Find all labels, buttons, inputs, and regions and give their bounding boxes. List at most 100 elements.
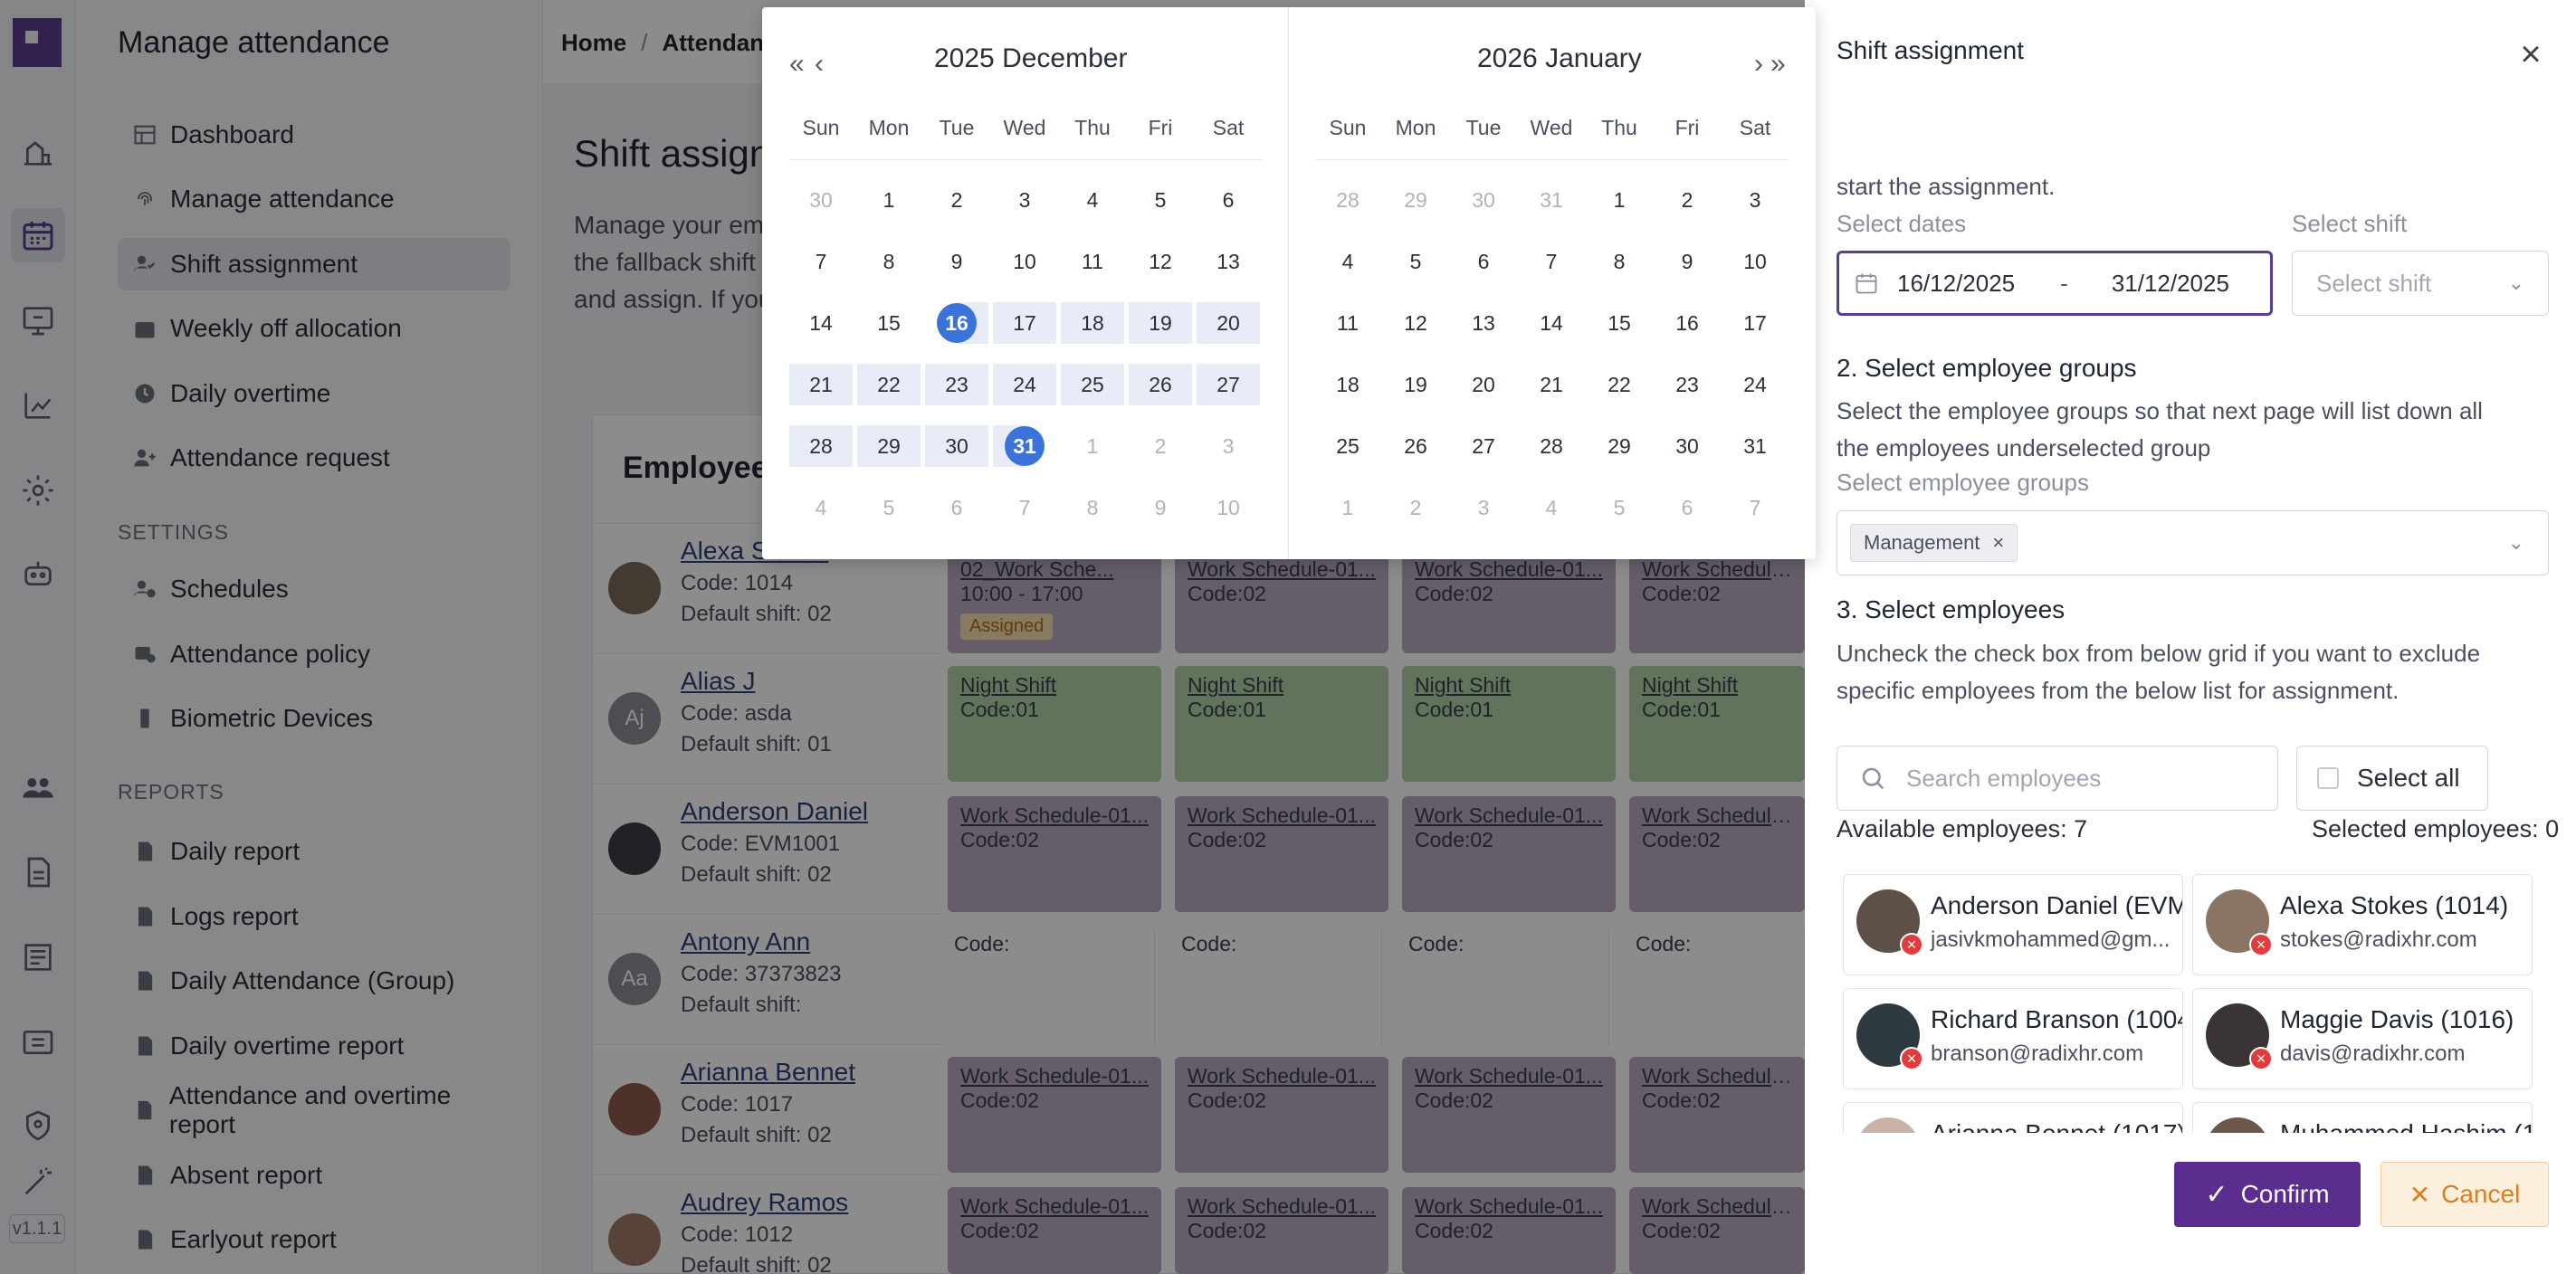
remove-icon[interactable]: ×	[1900, 1047, 1923, 1070]
calendar-day[interactable]: 18	[1316, 364, 1379, 405]
calendar-day[interactable]: 16	[925, 302, 988, 344]
search-employees-input[interactable]: Search employees	[1837, 746, 2278, 811]
calendar-day[interactable]: 6	[1655, 487, 1719, 528]
employee-card[interactable]: × Richard Branson (1004 branson@radixhr.co…	[1843, 988, 2183, 1089]
calendar-day[interactable]: 22	[857, 364, 921, 405]
calendar-day[interactable]: 10	[993, 241, 1056, 282]
calendar-day[interactable]: 16	[1655, 302, 1719, 344]
calendar-day[interactable]: 24	[993, 364, 1056, 405]
calendar-day[interactable]: 1	[857, 179, 921, 221]
calendar-day[interactable]: 4	[1316, 241, 1379, 282]
calendar-day[interactable]: 13	[1452, 302, 1515, 344]
calendar-day[interactable]: 9	[1655, 241, 1719, 282]
calendar-day[interactable]: 30	[789, 179, 853, 221]
calendar-day[interactable]: 9	[1129, 487, 1192, 528]
calendar-day[interactable]: 6	[1452, 241, 1515, 282]
date-range-picker[interactable]: 16/12/2025 - 31/12/2025	[1837, 251, 2273, 316]
select-shift-dropdown[interactable]: Select shift ⌄	[2292, 251, 2549, 316]
left-month-title[interactable]: 2025 December	[934, 43, 1127, 74]
confirm-button[interactable]: ✓ Confirm	[2174, 1162, 2361, 1227]
calendar-day[interactable]: 6	[925, 487, 988, 528]
calendar-day[interactable]: 19	[1384, 364, 1447, 405]
calendar-day[interactable]: 11	[1061, 241, 1124, 282]
employee-card[interactable]: Muhammed Hashim (1	[2192, 1102, 2533, 1133]
calendar-day[interactable]: 20	[1452, 364, 1515, 405]
calendar-day[interactable]: 7	[1520, 241, 1583, 282]
calendar-day[interactable]: 21	[789, 364, 853, 405]
calendar-day[interactable]: 11	[1316, 302, 1379, 344]
calendar-day[interactable]: 1	[1588, 179, 1651, 221]
right-month-title[interactable]: 2026 January	[1477, 43, 1642, 74]
calendar-day[interactable]: 28	[789, 425, 853, 467]
close-icon[interactable]: ×	[2513, 36, 2549, 72]
calendar-day[interactable]: 26	[1129, 364, 1192, 405]
date-end-input[interactable]: 31/12/2025	[2112, 270, 2229, 298]
calendar-day[interactable]: 29	[1384, 179, 1447, 221]
calendar-day[interactable]: 4	[1520, 487, 1583, 528]
calendar-day[interactable]: 2	[1384, 487, 1447, 528]
date-start-input[interactable]: 16/12/2025	[1897, 270, 2015, 298]
calendar-day[interactable]: 7	[993, 487, 1056, 528]
calendar-day[interactable]: 30	[925, 425, 988, 467]
calendar-day[interactable]: 25	[1061, 364, 1124, 405]
employee-card[interactable]: × Alexa Stokes (1014) stokes@radixhr.com	[2192, 874, 2533, 975]
calendar-day[interactable]: 4	[789, 487, 853, 528]
calendar-day[interactable]: 29	[1588, 425, 1651, 467]
remove-icon[interactable]: ×	[2249, 1047, 2273, 1070]
calendar-day[interactable]: 23	[925, 364, 988, 405]
calendar-day[interactable]: 5	[1588, 487, 1651, 528]
remove-icon[interactable]: ×	[1900, 933, 1923, 956]
calendar-day[interactable]: 26	[1384, 425, 1447, 467]
calendar-day[interactable]: 28	[1520, 425, 1583, 467]
calendar-day[interactable]: 2	[925, 179, 988, 221]
prev-month-icon[interactable]: ‹	[815, 51, 824, 78]
calendar-day[interactable]: 13	[1197, 241, 1260, 282]
calendar-day[interactable]: 3	[1723, 179, 1787, 221]
select-all-checkbox[interactable]: Select all	[2296, 746, 2488, 811]
calendar-day[interactable]: 10	[1723, 241, 1787, 282]
calendar-day[interactable]: 29	[857, 425, 921, 467]
calendar-day[interactable]: 14	[1520, 302, 1583, 344]
calendar-day[interactable]: 30	[1452, 179, 1515, 221]
calendar-day[interactable]: 31	[1723, 425, 1787, 467]
calendar-day[interactable]: 15	[857, 302, 921, 344]
calendar-day[interactable]: 19	[1129, 302, 1192, 344]
calendar-day[interactable]: 5	[857, 487, 921, 528]
calendar-day[interactable]: 12	[1384, 302, 1447, 344]
calendar-day[interactable]: 1	[1061, 425, 1124, 467]
calendar-day[interactable]: 14	[789, 302, 853, 344]
next-month-icon[interactable]: ›	[1754, 51, 1763, 78]
calendar-day[interactable]: 27	[1197, 364, 1260, 405]
calendar-day[interactable]: 4	[1061, 179, 1124, 221]
calendar-day[interactable]: 23	[1655, 364, 1719, 405]
calendar-day[interactable]: 8	[857, 241, 921, 282]
calendar-day[interactable]: 25	[1316, 425, 1379, 467]
calendar-day[interactable]: 18	[1061, 302, 1124, 344]
calendar-day[interactable]: 8	[1588, 241, 1651, 282]
calendar-day[interactable]: 22	[1588, 364, 1651, 405]
calendar-day[interactable]: 6	[1197, 179, 1260, 221]
employee-groups-select[interactable]: Management × ⌄	[1837, 510, 2549, 575]
calendar-day[interactable]: 7	[1723, 487, 1787, 528]
calendar-day[interactable]: 2	[1129, 425, 1192, 467]
calendar-day[interactable]: 2	[1655, 179, 1719, 221]
calendar-day[interactable]: 3	[993, 179, 1056, 221]
calendar-day[interactable]: 5	[1384, 241, 1447, 282]
prev-year-icon[interactable]: «	[789, 51, 805, 78]
tag-close-icon[interactable]: ×	[1992, 531, 2004, 555]
employee-card[interactable]: Arianna Bennet (1017)	[1843, 1102, 2183, 1133]
calendar-day[interactable]: 24	[1723, 364, 1787, 405]
calendar-day[interactable]: 5	[1129, 179, 1192, 221]
calendar-day[interactable]: 8	[1061, 487, 1124, 528]
calendar-day[interactable]: 12	[1129, 241, 1192, 282]
calendar-day[interactable]: 31	[993, 425, 1056, 467]
remove-icon[interactable]: ×	[2249, 933, 2273, 956]
calendar-day[interactable]: 15	[1588, 302, 1651, 344]
employee-card[interactable]: × Anderson Daniel (EVM jasivkmohammed@gm..…	[1843, 874, 2183, 975]
calendar-day[interactable]: 20	[1197, 302, 1260, 344]
calendar-day[interactable]: 30	[1655, 425, 1719, 467]
calendar-day[interactable]: 21	[1520, 364, 1583, 405]
employee-card[interactable]: × Maggie Davis (1016) davis@radixhr.com	[2192, 988, 2533, 1089]
checkbox[interactable]	[2317, 767, 2339, 789]
calendar-day[interactable]: 17	[993, 302, 1056, 344]
